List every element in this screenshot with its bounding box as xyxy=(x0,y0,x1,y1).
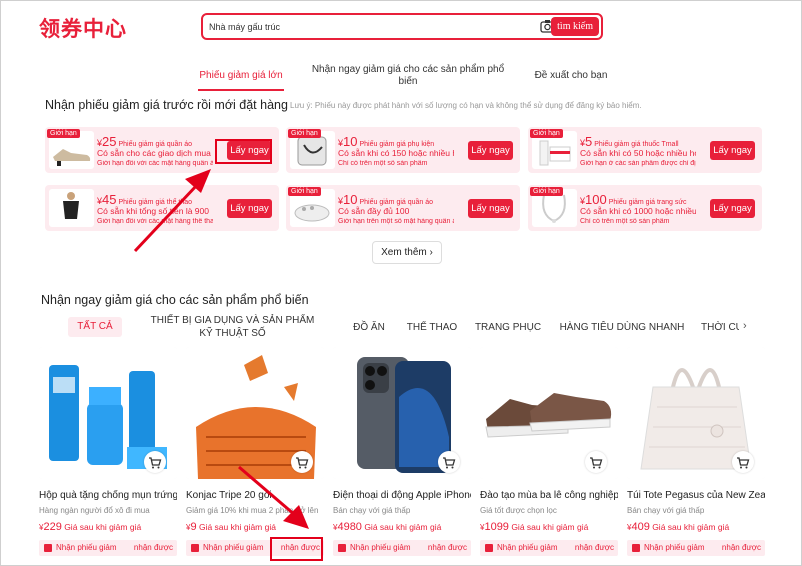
limited-badge: Giới hạn xyxy=(530,129,563,138)
annotation-arrows xyxy=(133,169,309,529)
arrow-icon xyxy=(133,169,211,253)
limited-badge: Giới hạn xyxy=(47,129,80,138)
arrow-icon xyxy=(238,465,309,529)
limited-badge: Giới hạn xyxy=(530,187,563,196)
limited-badge: Giới hạn xyxy=(288,129,321,138)
limited-badge: Giới hạn xyxy=(288,187,321,196)
page: 领券中心 tìm kiếm Phiếu giảm giá lớn Nhận ng… xyxy=(0,0,802,566)
